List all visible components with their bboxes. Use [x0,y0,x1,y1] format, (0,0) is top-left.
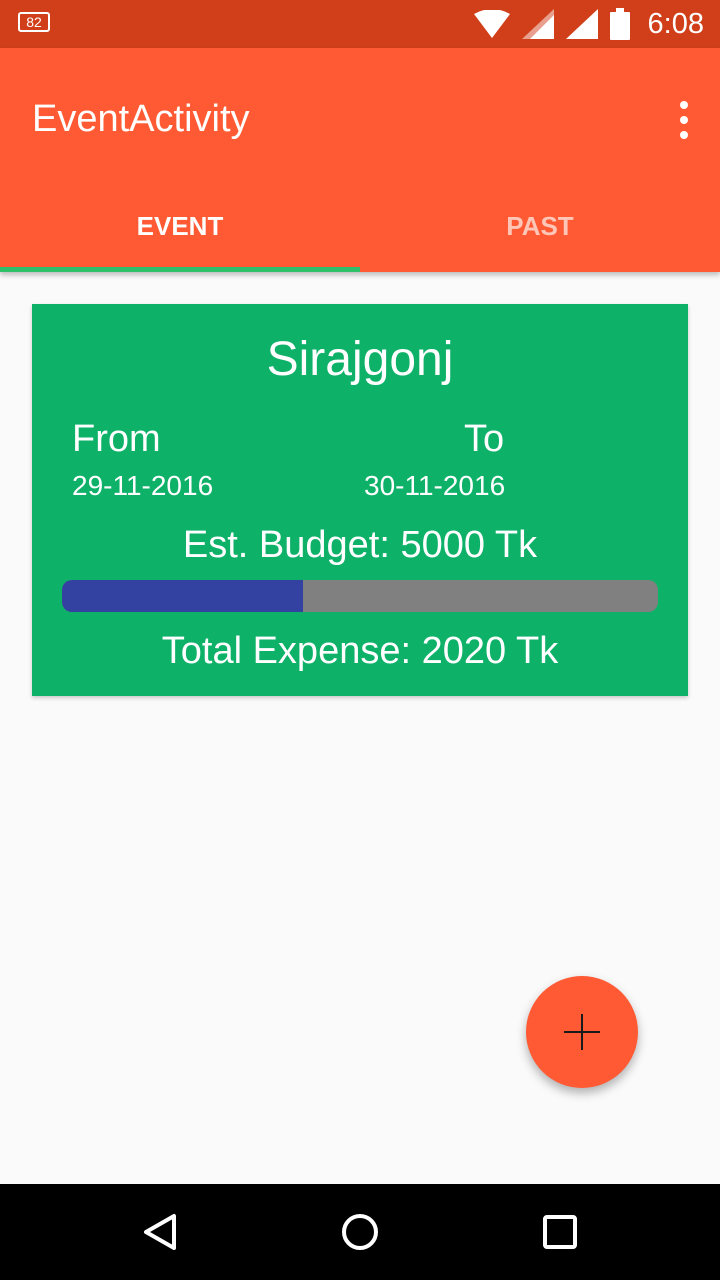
clock: 6:08 [647,7,704,40]
home-button[interactable] [336,1208,384,1256]
back-button[interactable] [136,1208,184,1256]
battery-icon [609,8,630,40]
tab-event[interactable]: EVENT [0,208,360,272]
app-bar: EventActivity EVENT PAST [0,48,720,272]
to-date: 30-11-2016 [364,470,506,501]
expense-progress-bar [62,580,658,612]
more-vert-icon[interactable] [676,100,692,140]
expense-progress-fill [62,580,303,612]
event-name: Sirajgonj [266,333,454,386]
home-icon [342,1214,378,1250]
wifi-icon [473,10,510,38]
add-event-button[interactable] [526,976,638,1088]
expense-text: Total Expense: 2020 Tk [161,630,559,672]
to-label: To [464,418,505,460]
nav-bar [0,1184,720,1280]
cell-signal-icon-2 [565,9,598,39]
add-icon [564,1014,600,1050]
notification-count-icon: 82 [18,11,50,33]
app-title: EventActivity [32,98,250,140]
from-date: 29-11-2016 [72,470,214,501]
recents-button[interactable] [536,1208,584,1256]
screen: 82 6:08 EventActivity EVENT PAST Sirajgo… [0,0,720,1280]
from-label: From [72,418,161,460]
recents-icon [543,1215,577,1249]
tab-indicator [0,267,360,272]
back-icon [144,1214,176,1250]
cell-signal-icon [521,9,554,39]
tab-past[interactable]: PAST [360,208,720,272]
status-bar: 82 6:08 [0,0,720,48]
notification-badge-text: 82 [26,14,42,30]
budget-text: Est. Budget: 5000 Tk [182,524,538,566]
event-card[interactable]: Sirajgonj From To 29-11-2016 30-11-2016 … [32,304,688,696]
